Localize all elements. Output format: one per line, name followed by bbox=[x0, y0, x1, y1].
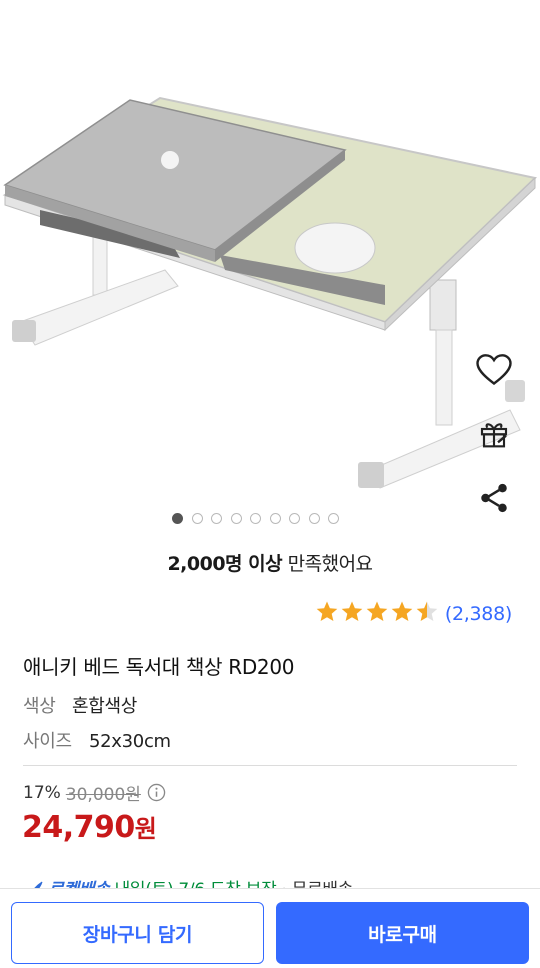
star-full-icon bbox=[315, 600, 339, 628]
product-image[interactable] bbox=[0, 0, 540, 540]
option-size[interactable]: 사이즈 52x30cm bbox=[23, 727, 171, 753]
add-to-cart-button[interactable]: 장바구니 담기 bbox=[11, 902, 264, 964]
sale-price-number: 24,790 bbox=[22, 810, 135, 845]
carousel-dot[interactable] bbox=[191, 513, 203, 524]
original-price: 30,000원 bbox=[65, 785, 141, 805]
heart-icon[interactable] bbox=[474, 350, 514, 390]
bottom-action-bar: 장바구니 담기 바로구매 bbox=[0, 888, 540, 968]
option-color-label: 색상 bbox=[23, 696, 56, 717]
satisfaction-suffix: 만족했어요 bbox=[282, 553, 373, 575]
sale-price-unit: 원 bbox=[134, 815, 157, 843]
rating-stars bbox=[315, 600, 439, 628]
price-discount-row: 17% 30,000원 bbox=[23, 780, 166, 805]
carousel-dot[interactable] bbox=[308, 513, 320, 524]
option-color-value: 혼합색상 bbox=[72, 696, 138, 717]
gift-icon[interactable] bbox=[474, 413, 514, 453]
buy-now-button[interactable]: 바로구매 bbox=[276, 902, 529, 964]
option-color[interactable]: 색상 혼합색상 bbox=[23, 692, 137, 718]
review-count[interactable]: (2,388) bbox=[445, 603, 512, 625]
carousel-dot[interactable] bbox=[250, 513, 261, 524]
carousel-dot[interactable] bbox=[289, 513, 300, 524]
rating[interactable]: (2,388) bbox=[315, 600, 512, 628]
carousel-indicator bbox=[172, 513, 339, 524]
satisfaction-count: 2,000명 이상 bbox=[167, 553, 283, 575]
star-full-icon bbox=[365, 600, 389, 628]
star-full-icon bbox=[390, 600, 414, 628]
carousel-dot[interactable] bbox=[328, 513, 339, 524]
satisfaction-text: 2,000명 이상 만족했어요 bbox=[0, 549, 540, 576]
discount-rate: 17% bbox=[23, 782, 61, 803]
option-size-label: 사이즈 bbox=[23, 731, 72, 752]
share-icon[interactable] bbox=[474, 478, 514, 518]
star-half-icon bbox=[415, 600, 439, 628]
info-icon[interactable] bbox=[147, 783, 166, 802]
carousel-dot[interactable] bbox=[211, 513, 222, 524]
star-full-icon bbox=[340, 600, 364, 628]
mouse bbox=[294, 222, 376, 274]
divider bbox=[23, 765, 517, 766]
option-size-value: 52x30cm bbox=[89, 731, 171, 752]
carousel-dot[interactable] bbox=[172, 513, 183, 524]
carousel-dot[interactable] bbox=[230, 513, 242, 524]
product-title: 애니키 베드 독서대 책상 RD200 bbox=[23, 655, 295, 679]
carousel-dot[interactable] bbox=[269, 513, 281, 524]
sale-price: 24,790원 bbox=[22, 809, 157, 845]
